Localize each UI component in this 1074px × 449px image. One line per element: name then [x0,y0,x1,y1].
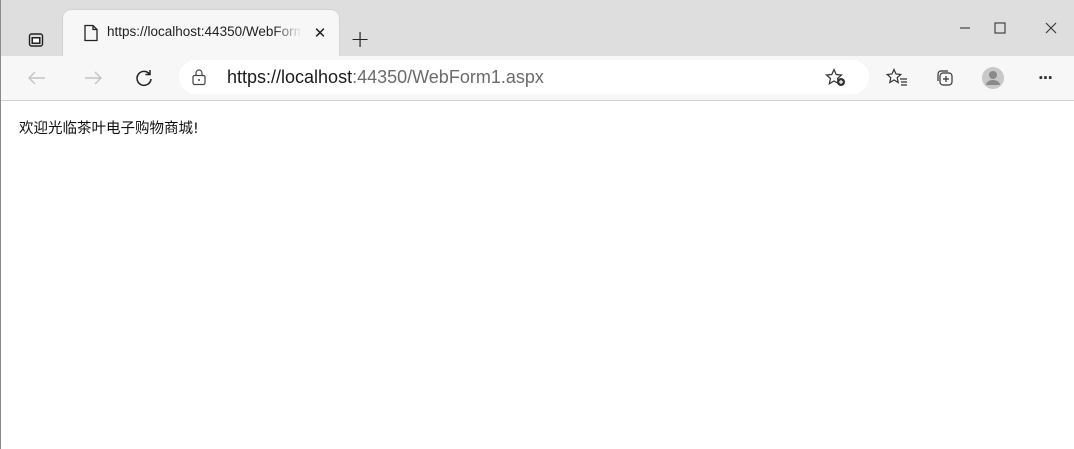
new-tab-button[interactable]: + [345,24,375,54]
browser-window: https://localhost:44350/WebForm1.aspx ✕ … [0,0,1074,449]
refresh-icon [136,70,152,87]
url-rest: :44350/WebForm1.aspx [352,67,544,87]
collections-icon [937,70,953,86]
page-content: 欢迎光临茶叶电子购物商城! [2,101,1074,449]
close-window-button[interactable] [1031,14,1071,42]
address-url[interactable]: https://localhost:44350/WebForm1.aspx [227,67,544,88]
refresh-button[interactable] [128,62,160,94]
title-bar: https://localhost:44350/WebForm1.aspx ✕ … [1,0,1074,56]
tab-actions-button[interactable] [20,24,52,56]
favorites-button[interactable] [881,62,913,94]
close-tab-icon[interactable]: ✕ [309,22,331,44]
avatar [982,67,1004,89]
forward-button[interactable] [77,62,109,94]
collections-button[interactable] [929,62,961,94]
add-to-favorites-icon[interactable] [825,68,847,88]
page-icon [84,24,98,42]
settings-more-button[interactable]: ··· [1029,62,1061,94]
maximize-button[interactable] [980,14,1020,42]
browser-tab-active[interactable]: https://localhost:44350/WebForm1.aspx ✕ [63,10,339,56]
tab-title: https://localhost:44350/WebForm1.aspx [107,24,302,39]
tab-actions-icon [28,33,44,47]
profile-button[interactable] [977,62,1009,94]
navigation-toolbar: https://localhost:44350/WebForm1.aspx ··… [1,56,1074,101]
minimize-button[interactable] [945,14,985,42]
favorites-list-icon [886,68,907,86]
address-bar[interactable]: https://localhost:44350/WebForm1.aspx [179,60,869,94]
back-arrow-icon [28,71,45,85]
maximize-icon [994,22,1006,34]
close-icon [1045,22,1057,34]
minimize-icon [960,27,970,29]
site-info-icon [192,69,206,86]
url-host: https://localhost [227,67,353,87]
welcome-message: 欢迎光临茶叶电子购物商城! [19,121,199,137]
forward-arrow-icon [85,71,102,85]
back-button[interactable] [21,62,53,94]
